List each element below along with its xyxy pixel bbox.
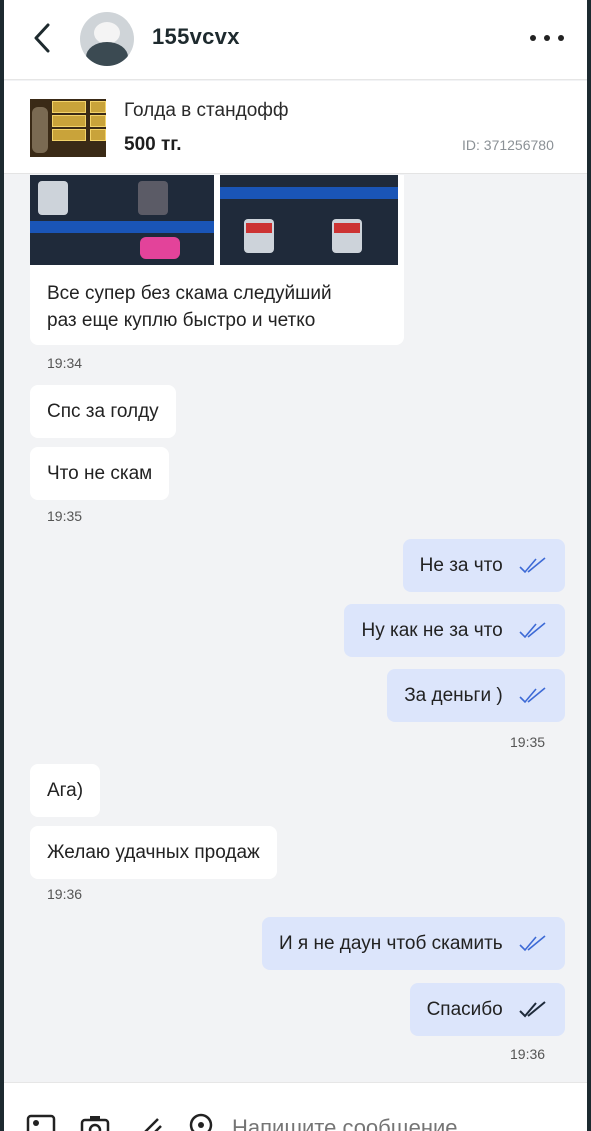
message-text: Ага) <box>47 780 84 801</box>
more-icon-dot <box>544 35 550 41</box>
avatar-head <box>94 22 120 44</box>
message-with-images[interactable]: Все супер без скама следуйший раз еще ку… <box>30 175 404 345</box>
avatar-body <box>86 42 128 66</box>
message-text: Спасибо <box>426 999 503 1020</box>
outgoing-message[interactable]: За деньги ) <box>387 669 565 722</box>
incoming-message[interactable]: Что не скам <box>30 447 170 500</box>
double-check-icon <box>519 622 546 639</box>
message-composer <box>0 1082 591 1131</box>
chat-header: 155vcvx <box>0 0 591 80</box>
incoming-message[interactable]: Спс за голду <box>30 385 176 438</box>
incoming-message[interactable]: Желаю удачных продаж <box>30 826 277 879</box>
message-text: Спс за голду <box>47 401 159 422</box>
back-button[interactable] <box>26 18 58 58</box>
double-check-icon <box>519 687 546 704</box>
avatar[interactable] <box>80 12 134 66</box>
product-card[interactable] <box>0 81 591 174</box>
more-options-button[interactable] <box>530 26 564 50</box>
timestamp: 19:35 <box>510 734 546 750</box>
timestamp: 19:36 <box>47 886 83 902</box>
message-text: Желаю удачных продаж <box>47 842 260 863</box>
more-icon-dot <box>530 35 536 41</box>
message-text: И я не даун чтоб скамить <box>278 933 503 954</box>
outgoing-message[interactable]: Ну как не за что <box>344 604 565 657</box>
message-text: Ну как не за что <box>361 620 503 641</box>
timestamp: 19:36 <box>510 1046 546 1062</box>
message-input[interactable] <box>232 1113 552 1131</box>
product-thumbnail <box>30 99 106 157</box>
double-check-icon <box>519 935 546 952</box>
message-line: раз еще куплю быстро и четко <box>47 310 316 331</box>
outgoing-message[interactable]: И я не даун чтоб скамить <box>261 917 565 970</box>
double-check-icon <box>519 1001 546 1018</box>
timestamp: 19:34 <box>47 355 83 371</box>
product-title: Голда в стандофф <box>124 100 289 121</box>
attach-icon[interactable] <box>134 1113 164 1131</box>
screenshot-image[interactable] <box>220 175 398 265</box>
chat-username[interactable]: 155vcvx <box>152 24 240 50</box>
message-text: Не за что <box>419 555 503 576</box>
outgoing-message[interactable]: Не за что <box>402 539 565 592</box>
incoming-message[interactable]: Ага) <box>30 764 101 817</box>
camera-icon[interactable] <box>80 1113 110 1131</box>
outgoing-message[interactable]: Спасибо <box>409 983 565 1036</box>
message-text: Все супер без скама следуйший раз еще ку… <box>47 280 332 334</box>
product-price: 500 тг. <box>124 134 182 155</box>
location-icon[interactable] <box>186 1113 216 1131</box>
message-line: Все супер без скама следуйший <box>47 283 332 304</box>
product-id: ID: 371256780 <box>462 137 554 153</box>
message-text: За деньги ) <box>404 685 503 706</box>
double-check-icon <box>519 557 546 574</box>
timestamp: 19:35 <box>47 508 83 524</box>
screenshot-image[interactable] <box>30 175 214 265</box>
image-icon[interactable] <box>26 1113 56 1131</box>
message-text: Что не скам <box>47 463 153 484</box>
back-icon <box>34 23 50 53</box>
more-icon-dot <box>558 35 564 41</box>
chat-messages[interactable]: Все супер без скама следуйший раз еще ку… <box>0 175 591 1082</box>
